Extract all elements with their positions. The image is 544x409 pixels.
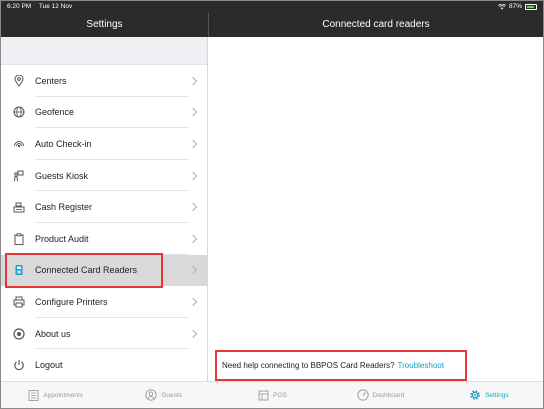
sidebar-item-label: Cash Register [35,202,93,213]
chevron-right-icon [188,171,198,180]
clipboard-icon [13,233,25,245]
battery-level [527,5,534,8]
cash-register-icon [13,201,25,213]
chevron-right-icon [188,266,198,275]
sidebar-item-about-us[interactable]: About us [1,318,207,350]
help-callout: Need help connecting to BBPOS Card Reade… [215,350,467,381]
sidebar-item-logout[interactable]: Logout [1,349,207,381]
info-icon [13,327,25,340]
status-bar: 6:20 PM Tue 12 Nov 87% [1,1,543,13]
sidebar-item-label: Logout [35,360,63,371]
tab-label: Dashboard [372,391,405,399]
tab-pos[interactable]: POS [218,382,326,408]
sidebar-top-spacer [1,37,207,65]
sidebar-item-label: Geofence [35,107,75,118]
chevron-right-icon [188,234,198,244]
sidebar-item-label: Configure Printers [35,296,108,307]
tab-label: Settings [485,391,509,399]
chevron-right-icon [188,329,198,338]
chevron-right-icon [188,297,198,307]
page-title: Connected card readers [322,19,430,30]
card-readers-content: Need help connecting to BBPOS Card Reade… [209,37,543,381]
tab-label: Appointments [43,391,84,399]
sidebar-item-label: Auto Check-in [35,138,92,149]
sidebar-item-cash-register[interactable]: Cash Register [1,191,207,223]
tab-settings[interactable]: Settings [435,382,543,408]
status-date: Tue 12 Nov [38,3,73,10]
people-icon [145,389,157,401]
sidebar-item-label: Connected Card Readers [35,265,138,276]
list-icon [27,389,39,401]
sidebar-item-connected-card-readers[interactable]: Connected Card Readers [1,254,207,287]
chevron-right-icon [188,76,198,86]
sidebar-item-label: Guests Kiosk [35,170,89,181]
gear-icon [469,389,481,401]
sidebar-item-guests-kiosk[interactable]: Guests Kiosk [1,160,207,192]
app-window: 6:20 PM Tue 12 Nov 87% Settings Connecte… [0,0,544,409]
battery-icon [525,3,537,10]
tab-dashboard[interactable]: Dashboard [326,382,434,408]
sidebar-item-product-audit[interactable]: Product Audit [1,223,207,255]
gauge-icon [356,389,369,401]
sidebar-item-centers[interactable]: Centers [1,65,207,97]
tab-guests[interactable]: Guests [109,382,217,408]
signal-icon [13,138,25,150]
tab-appointments[interactable]: Appointments [1,382,109,408]
tab-label: POS [273,391,287,399]
nav-header: Settings Connected card readers [1,13,543,37]
sidebar-item-label: Centers [35,75,67,86]
globe-icon [13,106,25,118]
tab-label: Guests [161,391,182,399]
sidebar-item-auto-check-in[interactable]: Auto Check-in [1,128,207,160]
card-reader-icon [13,264,25,276]
chevron-right-icon [188,202,198,212]
status-time: 6:20 PM [7,3,32,10]
bottom-tab-bar: Appointments Guests POS Dashboard Settin… [1,381,543,408]
sidebar-item-label: About us [35,328,71,339]
sidebar-item-label: Product Audit [35,233,89,244]
kiosk-icon [13,170,25,182]
chevron-right-icon [188,108,198,117]
settings-sidebar: Centers Geofence Auto Check-in Guests Ki… [1,37,208,381]
sidebar-item-geofence[interactable]: Geofence [1,97,207,129]
help-text: Need help connecting to BBPOS Card Reade… [222,361,395,370]
chevron-right-icon [188,139,198,149]
power-icon [13,359,25,371]
pos-icon [257,389,269,401]
printer-icon [13,296,25,308]
troubleshoot-link[interactable]: Troubleshoot [398,361,444,370]
location-pin-icon [13,74,25,87]
settings-title: Settings [86,19,123,30]
battery-percent: 87% [508,3,522,10]
sidebar-item-configure-printers[interactable]: Configure Printers [1,286,207,318]
wifi-icon [497,3,506,9]
